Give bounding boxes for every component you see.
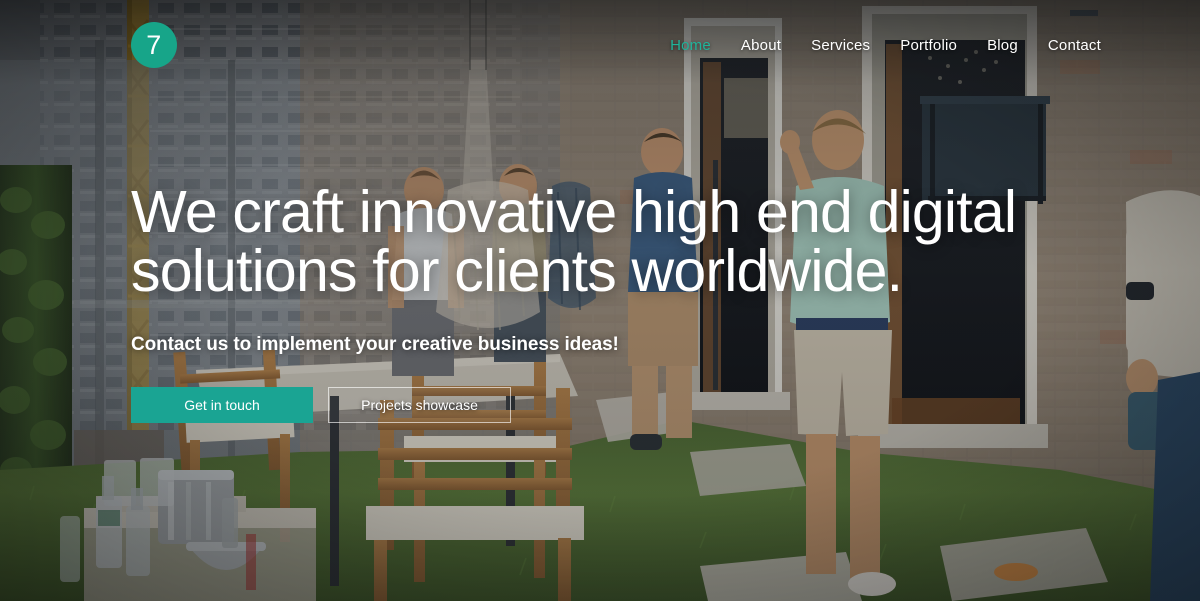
nav-item-about[interactable]: About xyxy=(741,37,781,54)
hero-headline: We craft innovative high end digital sol… xyxy=(131,183,1031,301)
nav-item-blog[interactable]: Blog xyxy=(987,37,1018,54)
hero-section: 7 Home About Services Portfolio Blog Con… xyxy=(0,0,1200,601)
site-logo-text: 7 xyxy=(146,29,162,60)
hero-content: We craft innovative high end digital sol… xyxy=(131,183,1031,423)
projects-showcase-button[interactable]: Projects showcase xyxy=(328,387,511,423)
nav-item-contact[interactable]: Contact xyxy=(1048,37,1101,54)
hero-headline-line-1: We craft innovative high end digital xyxy=(131,179,1017,245)
site-header: 7 Home About Services Portfolio Blog Con… xyxy=(0,0,1200,90)
nav-item-home[interactable]: Home xyxy=(670,37,711,54)
site-logo[interactable]: 7 xyxy=(131,22,177,68)
hero-subheadline: Contact us to implement your creative bu… xyxy=(131,334,619,355)
nav-item-portfolio[interactable]: Portfolio xyxy=(900,37,957,54)
primary-navigation: Home About Services Portfolio Blog Conta… xyxy=(670,37,1101,54)
nav-item-services[interactable]: Services xyxy=(811,37,870,54)
hero-button-group: Get in touch Projects showcase xyxy=(131,387,1031,423)
get-in-touch-button[interactable]: Get in touch xyxy=(131,387,313,423)
hero-headline-line-2: solutions for clients worldwide. xyxy=(131,238,903,304)
